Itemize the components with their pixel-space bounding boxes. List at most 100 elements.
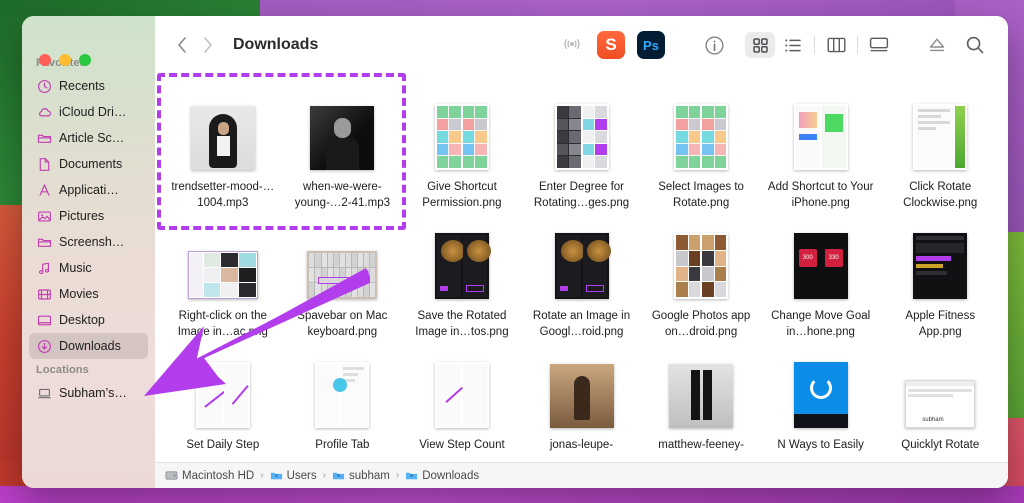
maximize-button[interactable] [79,54,91,66]
cloud-icon [36,104,52,120]
toolbar: Downloads S Ps [155,16,1008,74]
close-button[interactable] [39,54,51,66]
file-item[interactable]: Profile Tab [283,340,403,453]
wallpaper-magenta-bottom [0,486,1024,503]
file-item[interactable]: 300 330Change Move Goal in…hone.png [761,211,881,340]
laptop-icon [36,385,52,401]
file-name-label: Set Daily Step [167,437,279,453]
file-item[interactable]: N Ways to Easily [761,340,881,453]
sidebar-item-article-sc[interactable]: Article Sc… [29,125,148,151]
sidebar-item-documents[interactable]: Documents [29,151,148,177]
file-thumbnail [310,88,374,170]
file-thumbnail [307,217,377,299]
file-row: trendsetter-mood-…1004.mp3 when-we-were-… [163,82,1000,211]
airdrop-icon[interactable] [559,32,585,58]
breadcrumb-label: subham [349,470,390,482]
sidebar-item-desktop[interactable]: Desktop [29,307,148,333]
desktop-icon [36,312,52,328]
sidebar-item-pictures[interactable]: Pictures [29,203,148,229]
sublime-app-icon[interactable]: S [597,31,625,59]
file-item[interactable]: Right-click on the Image in…ac.png [163,211,283,340]
sidebar-item-subham-s[interactable]: Subham’s… [29,380,148,406]
photoshop-app-icon[interactable]: Ps [637,31,665,59]
breadcrumb-subham[interactable]: subham [332,469,390,482]
gallery-view-button[interactable] [864,32,894,58]
eject-icon[interactable] [924,32,950,58]
file-item[interactable]: when-we-were-young-…2-41.mp3 [283,82,403,211]
file-item[interactable]: View Step Count [402,340,522,453]
file-item[interactable]: trendsetter-mood-…1004.mp3 [163,82,283,211]
breadcrumb-macintosh-hd[interactable]: Macintosh HD [165,469,254,482]
file-name-label: Click Rotate Clockwise.png [884,179,996,211]
file-item[interactable]: Select Images to Rotate.png [641,82,761,211]
forward-button[interactable] [195,32,221,58]
photo-icon [36,208,52,224]
file-row: Right-click on the Image in…ac.png Spave… [163,211,1000,340]
file-thumbnail [435,88,489,170]
sidebar: FavoritesRecentsiCloud Dri…Article Sc…Do… [22,16,155,488]
view-divider-2 [857,36,858,54]
file-item[interactable]: Save the Rotated Image in…tos.png [402,211,522,340]
file-name-label: matthew-feeney- [645,437,757,453]
file-item[interactable]: Click Rotate Clockwise.png [880,82,1000,211]
sidebar-item-label: Recents [59,79,105,93]
file-item[interactable]: Give Shortcut Permission.png [402,82,522,211]
sidebar-item-music[interactable]: Music [29,255,148,281]
breadcrumb-users[interactable]: Users [270,469,317,482]
breadcrumb-downloads[interactable]: Downloads [405,469,479,482]
file-name-label: Change Move Goal in…hone.png [765,308,877,340]
sidebar-item-movies[interactable]: Movies [29,281,148,307]
file-name-label: Spavebar on Mac keyboard.png [286,308,398,340]
folder-blue-icon [405,469,418,482]
sidebar-item-downloads[interactable]: Downloads [29,333,148,359]
minimize-button[interactable] [59,54,71,66]
search-icon[interactable] [962,32,988,58]
file-item[interactable]: Enter Degree for Rotating…ges.png [522,82,642,211]
harddisk-icon [165,469,178,482]
file-thumbnail [315,346,369,428]
traffic-lights [39,54,91,66]
file-item[interactable]: Rotate an Image in Googl…roid.png [522,211,642,340]
file-item[interactable]: Apple Fitness App.png [880,211,1000,340]
file-name-label: when-we-were-young-…2-41.mp3 [286,179,398,211]
file-item[interactable]: Spavebar on Mac keyboard.png [283,211,403,340]
file-name-label: Give Shortcut Permission.png [406,179,518,211]
info-circle-icon[interactable] [701,32,727,58]
file-grid[interactable]: trendsetter-mood-…1004.mp3 when-we-were-… [155,74,1008,462]
file-item[interactable]: Google Photos app on…droid.png [641,211,761,340]
file-item[interactable]: subhamQuicklyt Rotate [880,340,1000,453]
icon-view-button[interactable] [745,32,775,58]
clock-icon [36,78,52,94]
file-name-label: Enter Degree for Rotating…ges.png [526,179,638,211]
file-name-label: N Ways to Easily [765,437,877,453]
appstore-icon [36,182,52,198]
path-separator: › [323,470,326,481]
file-name-label: Quicklyt Rotate [884,437,996,453]
folder-icon [36,130,52,146]
file-thumbnail [435,217,489,299]
file-name-label: trendsetter-mood-…1004.mp3 [167,179,279,211]
sidebar-item-recents[interactable]: Recents [29,73,148,99]
path-separator: › [260,470,263,481]
back-button[interactable] [169,32,195,58]
file-thumbnail [191,88,255,170]
sidebar-item-icloud-dri[interactable]: iCloud Dri… [29,99,148,125]
sidebar-item-label: Pictures [59,209,104,223]
file-thumbnail [435,346,489,428]
sidebar-item-screensh[interactable]: Screensh… [29,229,148,255]
file-name-label: Save the Rotated Image in…tos.png [406,308,518,340]
list-view-button[interactable] [778,32,808,58]
file-item[interactable]: Add Shortcut to Your iPhone.png [761,82,881,211]
file-thumbnail [913,88,967,170]
sidebar-item-label: Subham’s… [59,386,127,400]
folder-icon [36,234,52,250]
sidebar-item-label: Documents [59,157,122,171]
sidebar-item-applicati[interactable]: Applicati… [29,177,148,203]
column-view-button[interactable] [821,32,851,58]
toolbar-right-group [701,32,894,58]
document-icon [36,156,52,172]
file-item[interactable]: jonas-leupe- [522,340,642,453]
file-item[interactable]: matthew-feeney- [641,340,761,453]
sidebar-item-label: Desktop [59,313,105,327]
file-item[interactable]: Set Daily Step [163,340,283,453]
